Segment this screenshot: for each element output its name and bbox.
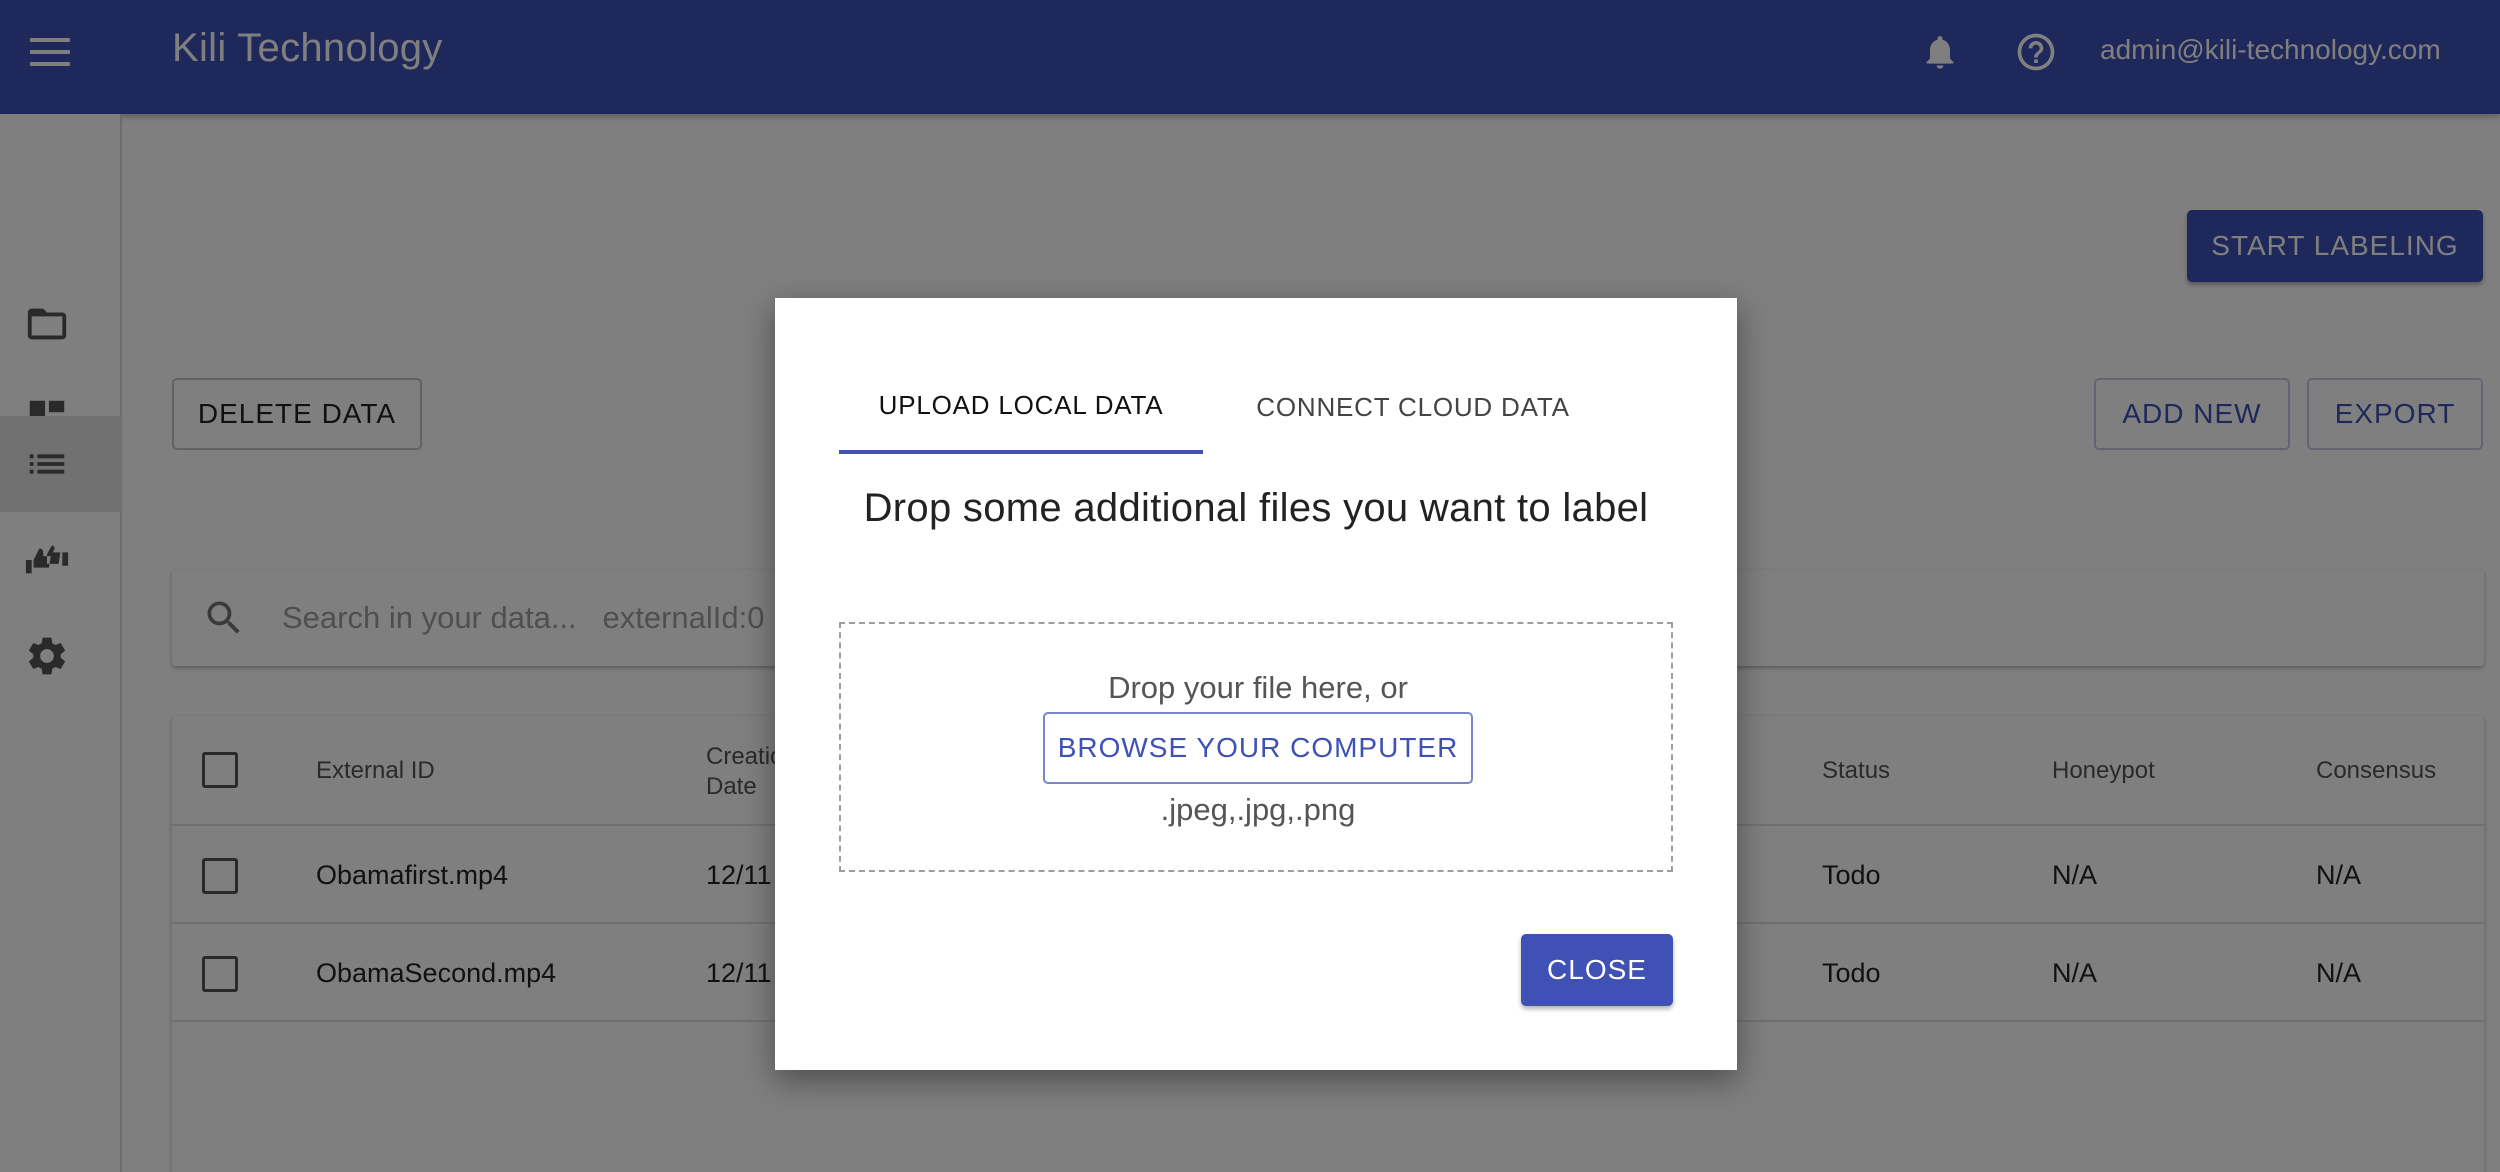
file-dropzone[interactable]: Drop your file here, or BROWSE YOUR COMP… — [839, 622, 1673, 872]
browse-computer-button[interactable]: BROWSE YOUR COMPUTER — [1043, 712, 1473, 784]
tab-upload-local-data[interactable]: UPLOAD LOCAL DATA — [839, 360, 1203, 454]
tab-connect-cloud-data[interactable]: CONNECT CLOUD DATA — [1203, 360, 1623, 454]
upload-dialog: UPLOAD LOCAL DATA CONNECT CLOUD DATA Dro… — [775, 298, 1737, 1070]
close-button[interactable]: CLOSE — [1521, 934, 1673, 1006]
dialog-title: Drop some additional files you want to l… — [863, 486, 1649, 530]
drop-instruction: Drop your file here, or — [1108, 670, 1408, 705]
accepted-file-types: .jpeg,.jpg,.png — [1160, 792, 1356, 827]
